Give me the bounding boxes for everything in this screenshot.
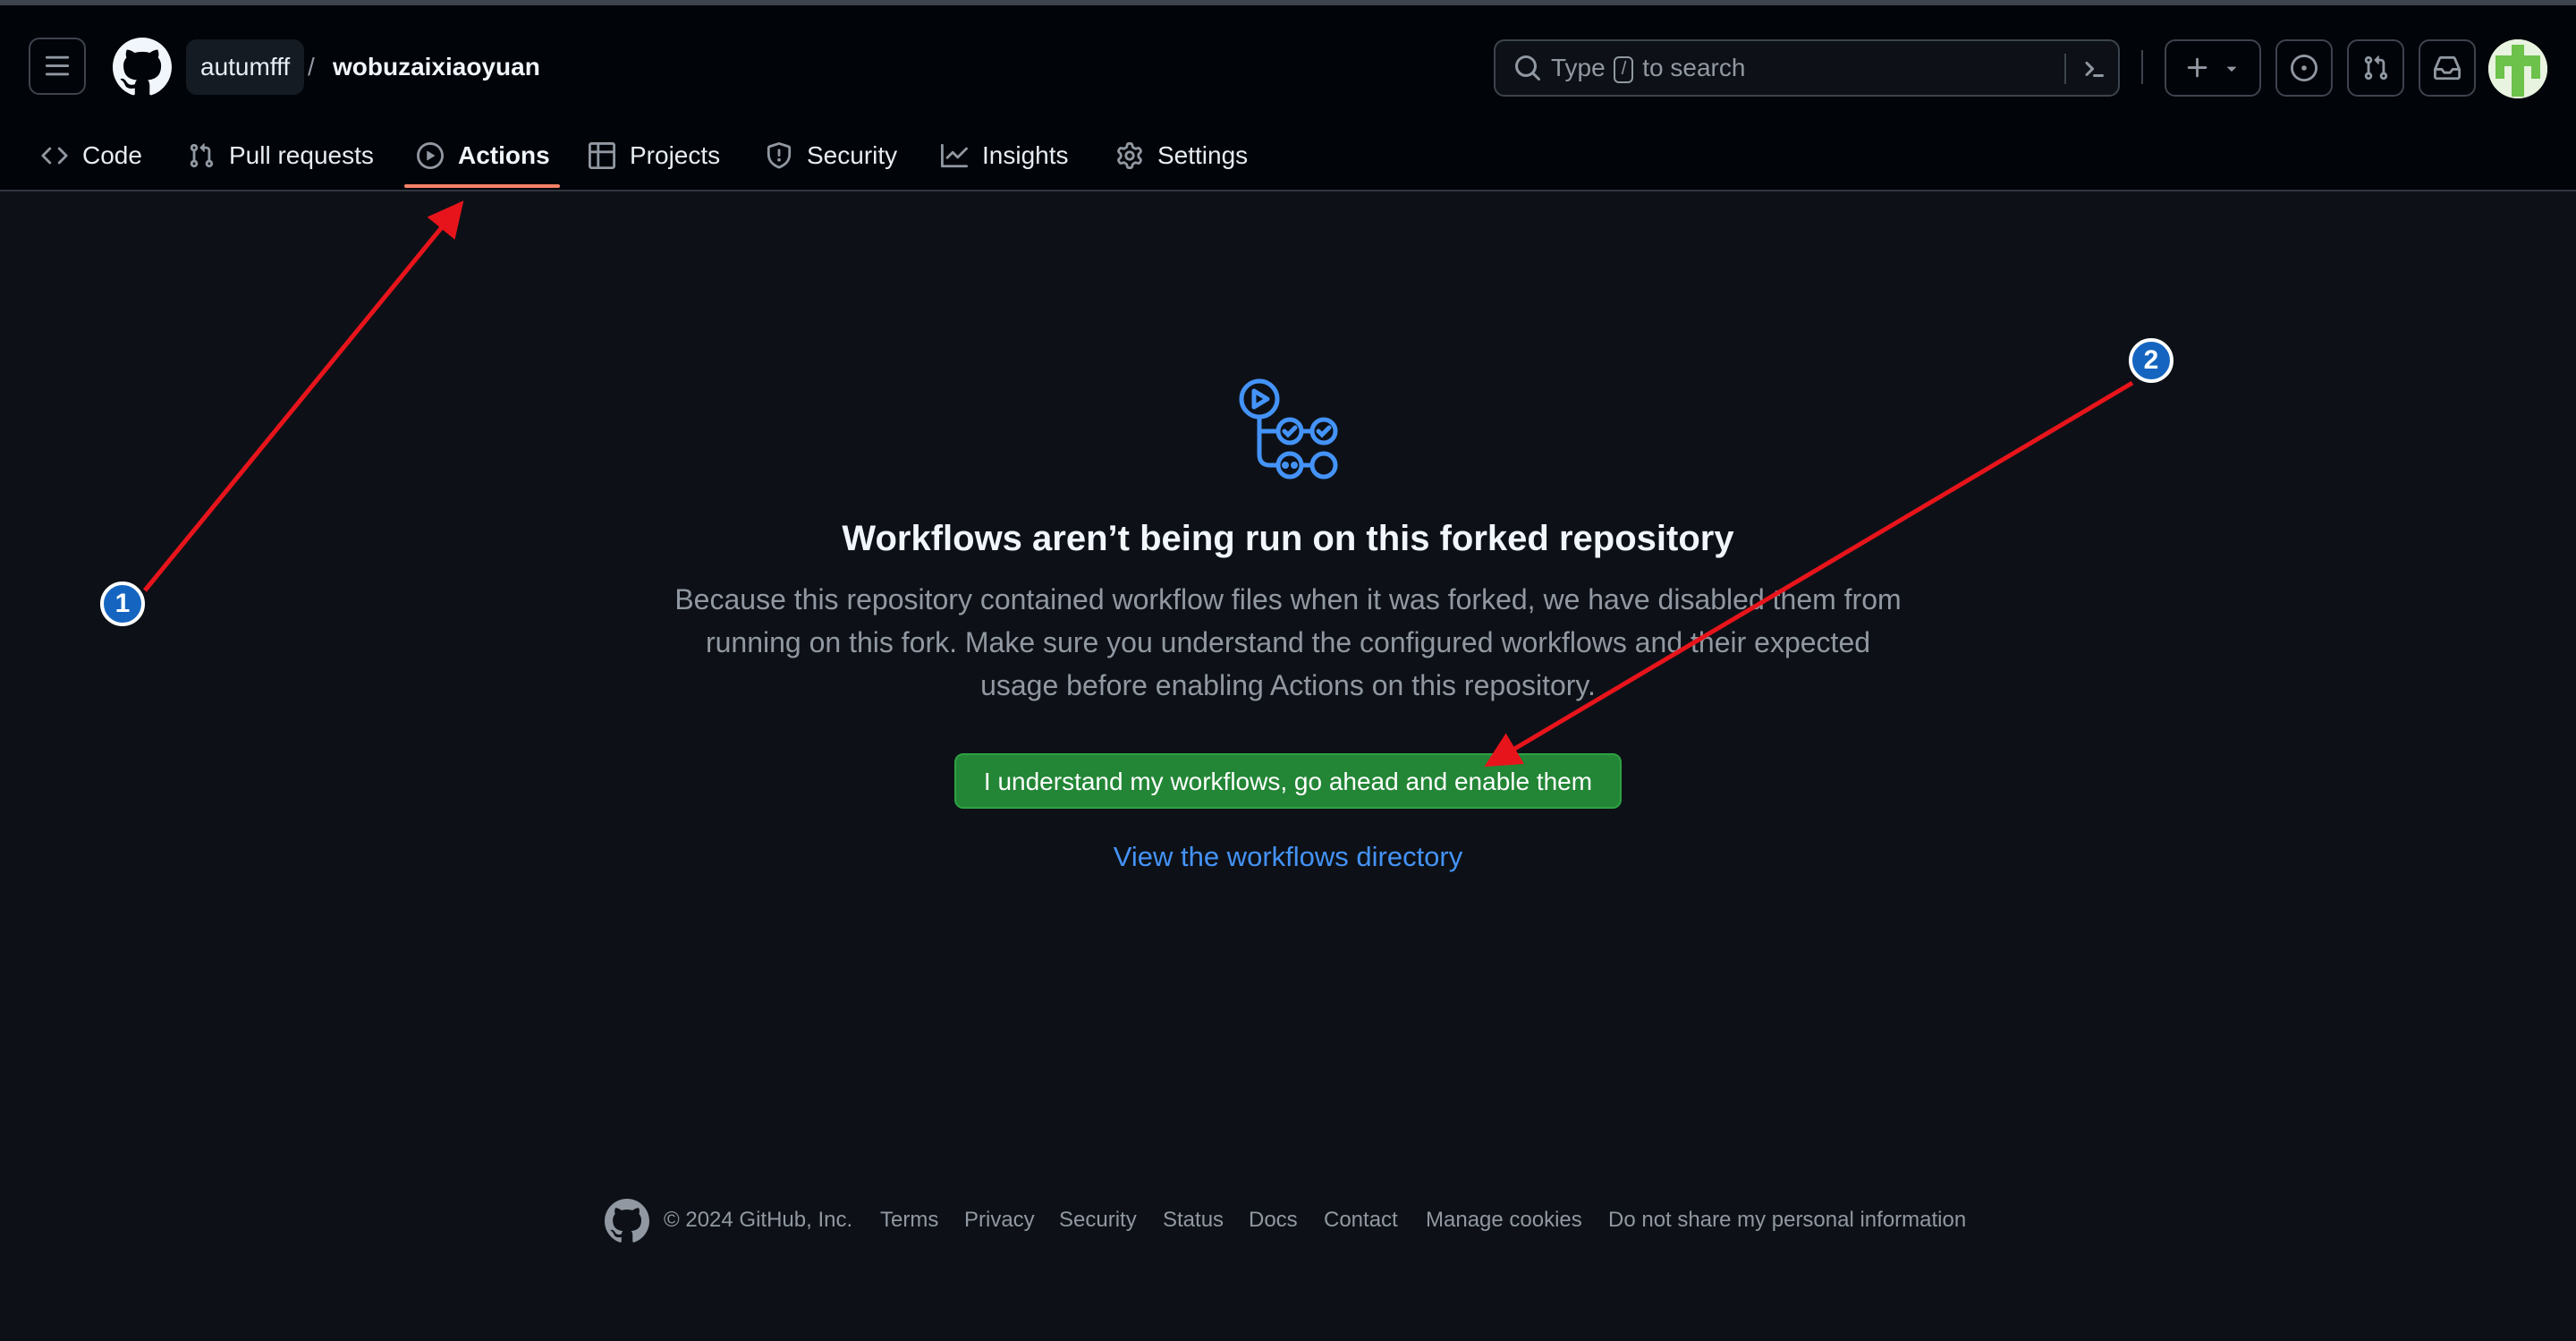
command-palette-icon[interactable]: [2079, 54, 2107, 82]
search-placeholder: Type / to search: [1551, 41, 1745, 95]
search-shortcut-key: /: [1614, 55, 1634, 83]
search-input[interactable]: Type / to search: [1494, 39, 2120, 97]
owner-link[interactable]: autumfff: [186, 39, 305, 95]
search-icon: [1515, 55, 1541, 81]
footer-link-terms[interactable]: Terms: [880, 1208, 938, 1233]
description-line: running on this fork. Make sure you unde…: [705, 626, 1871, 658]
code-icon: [41, 147, 68, 165]
tab-pull-requests[interactable]: Pull requests: [188, 122, 374, 190]
repo-name-link[interactable]: wobuzaixiaoyuan: [333, 39, 540, 95]
create-new-button[interactable]: [2165, 39, 2261, 97]
user-avatar[interactable]: [2488, 39, 2547, 98]
tab-insights[interactable]: Insights: [941, 122, 1069, 190]
blankslate-heading: Workflows aren’t being run on this forke…: [842, 519, 1734, 558]
issues-button[interactable]: [2275, 39, 2333, 97]
hamburger-icon: [45, 55, 70, 76]
inbox-button[interactable]: [2419, 39, 2476, 97]
tab-actions-label: Actions: [458, 141, 550, 169]
tab-security-label: Security: [807, 141, 898, 169]
tab-settings-label: Settings: [1157, 141, 1249, 169]
path-separator: /: [308, 53, 315, 81]
workflow-icon: [1239, 378, 1338, 480]
app-header: autumfff / wobuzaixiaoyuan Type / to sea…: [0, 5, 2576, 191]
footer-copyright: © 2024 GitHub, Inc.: [664, 1208, 853, 1232]
shield-icon: [767, 142, 792, 169]
footer-link-docs[interactable]: Docs: [1249, 1208, 1298, 1233]
blankslate-description: Because this repository contained workfl…: [662, 578, 1914, 707]
footer-link-security[interactable]: Security: [1059, 1208, 1137, 1233]
github-logo[interactable]: [113, 38, 172, 97]
search-divider: [2064, 54, 2066, 84]
footer-link-status[interactable]: Status: [1163, 1208, 1224, 1233]
tab-projects-label: Projects: [630, 141, 721, 169]
tab-projects[interactable]: Projects: [589, 122, 720, 190]
pull-requests-button[interactable]: [2347, 39, 2404, 97]
tab-settings[interactable]: Settings: [1116, 122, 1248, 190]
description-line: Because this repository contained workfl…: [674, 583, 1902, 615]
tab-actions[interactable]: Actions: [417, 122, 550, 190]
github-footer-logo[interactable]: [605, 1199, 649, 1243]
gear-icon: [1117, 142, 1142, 169]
avatar-identicon: [2488, 39, 2547, 98]
annotation-badge-2: 2: [2129, 338, 2174, 383]
inbox-icon: [2434, 55, 2461, 81]
issue-opened-icon: [2291, 55, 2318, 81]
tab-insights-label: Insights: [982, 141, 1069, 169]
graph-icon: [941, 143, 968, 168]
footer-link-privacy[interactable]: Privacy: [964, 1208, 1035, 1233]
global-menu-button[interactable]: [29, 38, 86, 95]
footer-link-contact[interactable]: Contact: [1324, 1208, 1398, 1233]
description-line: usage before enabling Actions on this re…: [980, 669, 1596, 701]
git-pull-request-icon: [190, 143, 214, 168]
enable-workflows-button[interactable]: I understand my workflows, go ahead and …: [954, 753, 1622, 809]
annotation-badge-1: 1: [100, 581, 145, 626]
table-icon: [589, 142, 615, 169]
tab-code-label: Code: [82, 141, 142, 169]
search-placeholder-prefix: Type: [1551, 54, 1606, 81]
triangle-down-icon: [2226, 66, 2237, 72]
workflows-directory-link[interactable]: View the workflows directory: [0, 841, 2576, 873]
search-placeholder-suffix: to search: [1642, 54, 1746, 81]
play-icon: [417, 142, 444, 169]
git-pull-request-icon: [2364, 55, 2388, 81]
header-divider: [2141, 50, 2143, 84]
footer-link-manage-cookies[interactable]: Manage cookies: [1426, 1208, 1582, 1233]
plus-icon: [2187, 57, 2207, 78]
page-footer: © 2024 GitHub, Inc. Terms Privacy Securi…: [0, 1199, 2576, 1249]
tab-pull-requests-label: Pull requests: [229, 141, 374, 169]
tab-security[interactable]: Security: [766, 122, 897, 190]
tab-code[interactable]: Code: [41, 122, 142, 190]
footer-link-do-not-share[interactable]: Do not share my personal information: [1608, 1208, 1966, 1233]
active-tab-indicator: [404, 184, 560, 188]
